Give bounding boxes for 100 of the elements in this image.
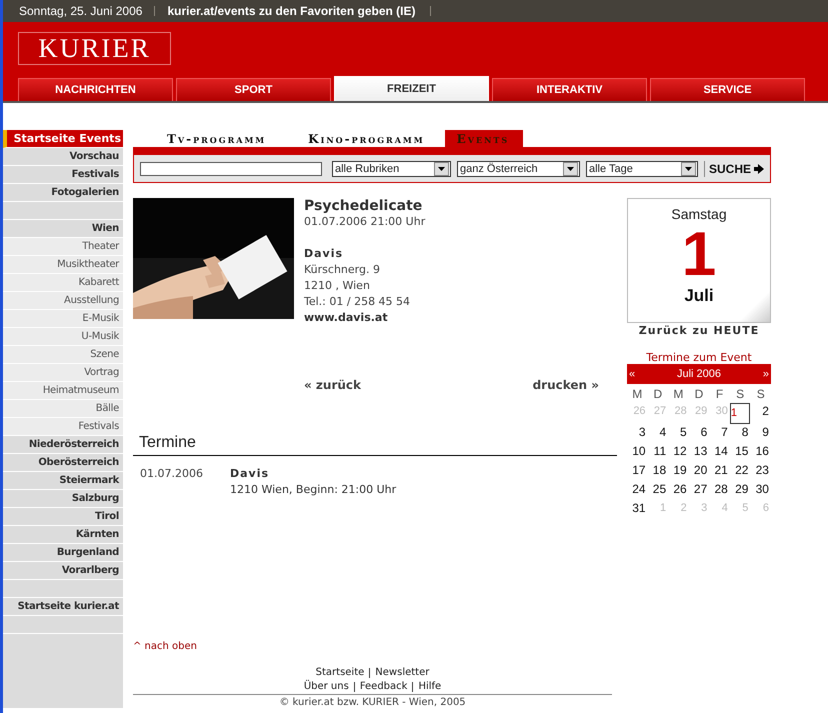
- favorites-link[interactable]: kurier.at/events zu den Favoriten geben (IE): [155, 6, 430, 16]
- sidebar-item[interactable]: Festivals: [3, 166, 123, 184]
- footer-link[interactable]: Newsletter: [369, 668, 434, 678]
- month-title: Juli 2006: [676, 368, 722, 380]
- sidebar-item[interactable]: Theater: [3, 238, 123, 256]
- sidebar-item[interactable]: Kärnten: [3, 526, 123, 544]
- sidebar-item[interactable]: Vorschau: [3, 148, 123, 166]
- nav-tab[interactable]: INTERAKTIV: [492, 78, 647, 101]
- calendar-day[interactable]: 22: [730, 462, 750, 481]
- sidebar-item[interactable]: U-Musik: [3, 328, 123, 346]
- section-tab[interactable]: Tv-programm: [145, 132, 280, 147]
- calendar-day[interactable]: 21: [709, 462, 730, 481]
- sidebar-item[interactable]: Bälle: [3, 400, 123, 418]
- sidebar-item[interactable]: Wien: [3, 220, 123, 238]
- dropdown[interactable]: ganz Österreich: [457, 160, 580, 176]
- weekday-label: S: [735, 387, 746, 403]
- weekday-label: S: [756, 387, 766, 403]
- nav-tab[interactable]: SPORT: [176, 78, 331, 101]
- month-text: Juli: [684, 286, 714, 306]
- sidebar-item[interactable]: Startseite kurier.at: [3, 598, 123, 616]
- calendar-day[interactable]: 19: [668, 462, 689, 481]
- calendar-day[interactable]: 23: [750, 462, 771, 481]
- calendar-day[interactable]: 6: [688, 424, 710, 443]
- search-button[interactable]: SUCHE: [704, 160, 768, 176]
- calendar-day[interactable]: 4: [648, 424, 668, 443]
- sidebar-item[interactable]: Oberösterreich: [3, 454, 123, 472]
- sidebar-item[interactable]: Tirol: [3, 508, 123, 526]
- weekday-label: D: [652, 387, 664, 403]
- address-text: 1210 , Wien: [304, 278, 371, 294]
- calendar-day[interactable]: 9: [750, 424, 771, 443]
- weekday-text: Samstag: [671, 206, 727, 222]
- section-tab[interactable]: Kino-programm: [286, 132, 439, 147]
- footer-link[interactable]: Feedback: [354, 682, 412, 692]
- sidebar-item[interactable]: Szene: [3, 346, 123, 364]
- calendar-day[interactable]: 10: [627, 443, 648, 462]
- website-link[interactable]: www.davis.at: [304, 310, 426, 326]
- sidebar-item[interactable]: Steiermark: [3, 472, 123, 490]
- footer-link[interactable]: Hilfe: [412, 682, 446, 692]
- calendar-day[interactable]: 26: [668, 481, 689, 500]
- venue-name: Davis: [304, 246, 344, 262]
- sidebar-item[interactable]: Burgenland: [3, 544, 123, 562]
- calendar-day[interactable]: 18: [648, 462, 668, 481]
- calendar-day[interactable]: 27: [688, 481, 710, 500]
- calendar-day[interactable]: 29: [730, 481, 750, 500]
- calendar-day[interactable]: 16: [750, 443, 771, 462]
- nav-tab[interactable]: SERVICE: [650, 78, 805, 101]
- date-text: 01.07.2006: [140, 466, 204, 482]
- next-month-link[interactable]: »: [760, 368, 771, 380]
- weekday-label: D: [694, 387, 704, 403]
- today-link[interactable]: Zurück zu HEUTE: [638, 324, 760, 337]
- footer-link[interactable]: Startseite: [310, 668, 370, 678]
- print-link[interactable]: drucken »: [532, 378, 599, 392]
- sidebar-item[interactable]: Vortrag: [3, 364, 123, 382]
- calendar-day[interactable]: 14: [709, 443, 730, 462]
- calendar-day[interactable]: 24: [627, 481, 648, 500]
- event-title: Psychedelicate: [304, 198, 424, 214]
- calendar-day[interactable]: 5: [668, 424, 689, 443]
- calendar-day[interactable]: 15: [730, 443, 750, 462]
- calendar-day[interactable]: 17: [627, 462, 648, 481]
- previous-month-link[interactable]: «: [627, 368, 638, 380]
- calendar-day[interactable]: 1: [730, 403, 750, 424]
- calendar-day[interactable]: 7: [709, 424, 730, 443]
- back-link[interactable]: « zurück: [304, 378, 362, 392]
- sidebar-item[interactable]: Niederösterreich: [3, 436, 123, 454]
- event-details: 1210 Wien, Beginn: 21:00 Uhr: [230, 482, 396, 498]
- calendar-day[interactable]: 8: [730, 424, 750, 443]
- sidebar-item[interactable]: Fotogalerien: [3, 184, 123, 202]
- back-to-top-link[interactable]: ^ nach oben: [133, 641, 197, 652]
- sidebar-item[interactable]: Ausstellung: [3, 292, 123, 310]
- calendar-day[interactable]: 12: [668, 443, 689, 462]
- calendar-day[interactable]: 2: [750, 403, 771, 422]
- calendar-day[interactable]: 28: [709, 481, 730, 500]
- nav-tab[interactable]: NACHRICHTEN: [18, 78, 173, 101]
- sidebar-item[interactable]: E-Musik: [3, 310, 123, 328]
- calendar-day[interactable]: 3: [627, 424, 648, 443]
- sidebar-item[interactable]: Kabarett: [3, 274, 123, 292]
- sidebar-item[interactable]: Startseite Events: [3, 130, 123, 148]
- sidebar-item[interactable]: Heimatmuseum: [3, 382, 123, 400]
- nav-tab[interactable]: FREIZEIT: [334, 76, 489, 101]
- sidebar-item[interactable]: Festivals: [3, 418, 123, 436]
- calendar-caption: Termine zum Event: [646, 351, 752, 364]
- sidebar-item[interactable]: Salzburg: [3, 490, 123, 508]
- calendar-day[interactable]: 13: [688, 443, 710, 462]
- calendar-day[interactable]: 25: [648, 481, 668, 500]
- sidebar-item[interactable]: Musiktheater: [3, 256, 123, 274]
- dropdown[interactable]: alle Tage: [586, 160, 698, 176]
- calendar-day[interactable]: 20: [688, 462, 710, 481]
- dropdown[interactable]: alle Rubriken: [332, 160, 451, 176]
- logo[interactable]: KURIER: [18, 32, 171, 65]
- venue-name[interactable]: Davis: [230, 466, 396, 482]
- section-heading: Termine: [133, 434, 617, 456]
- calendar-day[interactable]: 11: [648, 443, 668, 462]
- day-number: 1: [682, 224, 716, 286]
- sidebar-item[interactable]: Vorarlberg: [3, 562, 123, 580]
- search-field[interactable]: [140, 162, 322, 176]
- footer-link[interactable]: Über uns: [298, 682, 354, 692]
- calendar-day[interactable]: 31: [627, 500, 648, 519]
- calendar-day[interactable]: 30: [750, 481, 771, 500]
- phone-text: Tel.: 01 / 258 45 54: [304, 294, 412, 310]
- date-text: Sonntag, 25. Juni 2006: [3, 6, 156, 16]
